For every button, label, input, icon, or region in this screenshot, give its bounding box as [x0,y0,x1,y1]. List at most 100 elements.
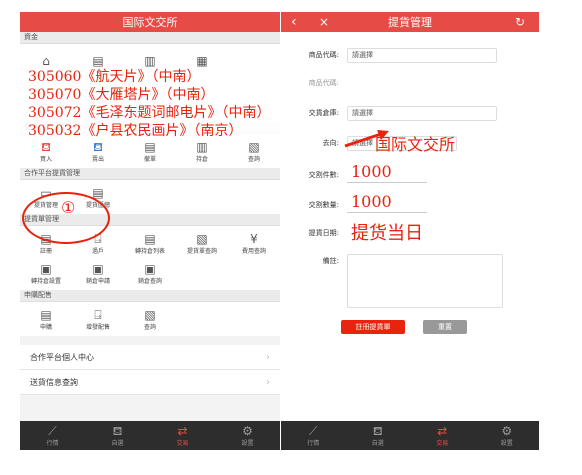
tab-market-label: 行情 [46,439,59,447]
placement-label: 增發配售 [85,323,110,331]
warehouse-label: 交貨倉庫: [308,109,339,117]
to-holdings-list-button[interactable]: ▤ 轉持倉列表 [124,228,176,258]
sell-label: 賣出 [91,155,104,163]
date-label: 提貨日期: [308,229,339,237]
layers-icon: ▣ [144,261,156,276]
remark-textarea[interactable] [347,254,503,308]
quantity-label: 交割數量: [308,201,339,209]
cancel-order-label: 撤單 [143,155,156,163]
delivery-info-label: 送貨信息查詢 [30,377,78,387]
exchange-icon: ⇄ [437,423,448,438]
placement-button[interactable]: ⍈ 增發配售 [72,304,124,334]
delivery-query-button[interactable]: ▧ 提貨單查詢 [176,228,228,258]
product-code-row: 商品代碼: 請選擇 [281,44,539,66]
register-label: 註冊 [39,247,52,255]
layers-icon: ▣ [92,261,104,276]
tab-settings-label: 設置 [241,439,254,447]
right-header: ‹ × 提貨管理 ↻ [281,12,539,32]
section-platform: 合作平台提貨管理 [20,168,280,180]
tab-market[interactable]: ⟋ 行情 [281,421,346,450]
fee-query-label: 費用查詢 [241,247,266,255]
left-header: 国际文交所 [20,12,280,32]
fee-query-button[interactable]: ¥ 費用查詢 [228,228,280,258]
tab-watchlist[interactable]: ⛾ 自選 [346,421,411,450]
section-funds: 資金 [20,32,280,44]
close-icon[interactable]: × [319,15,329,29]
partner-center-link[interactable]: 合作平台個人中心 › [20,345,280,370]
tab-market-label: 行情 [307,439,320,447]
quantity-pieces-label: 交割件數: [308,171,339,179]
trade-query-label: 查詢 [247,155,260,163]
left-phone-screen: 国际文交所 資金 ⌂ ▤ ▥ ▦ 交易 ⛾買入 ⛾賣出 ▤撤單 ▥持倉 ▧查詢 … [20,12,280,450]
tab-settings[interactable]: ⚙ 設置 [215,421,280,450]
quantity-pieces-value[interactable]: 1000 [351,162,392,181]
product-name-row: 商品代碼: [281,72,539,94]
right-title: 提貨管理 [388,16,432,29]
yen-search-icon: ¥ [250,231,258,246]
tab-market[interactable]: ⟋ 行情 [20,421,85,450]
bank-icon: ▥ [144,54,156,68]
cart-icon: ⛾ [112,423,123,438]
overlay-line-4: 305032《户县农民画片》（南京） [28,123,243,139]
buy-label: 買入 [39,155,52,163]
remark-label: 備註: [322,257,339,265]
step-number: ① [61,198,76,217]
arrow-doc-icon: ⍈ [94,307,102,322]
holdings-settings-label: 轉持倉設置 [30,277,61,285]
transfer-icon: ▤ [92,54,104,68]
gear-icon: ⚙ [501,423,513,438]
overlay-line-3: 305072《毛泽东题词邮电片》（中南） [28,105,271,121]
close-warehouse-query-button[interactable]: ▣ 銷倉查詢 [124,258,176,288]
edit-doc-icon: ▤ [40,307,52,322]
subscribe-query-button[interactable]: ▧ 查詢 [124,304,176,334]
subscribe-label: 申購 [39,323,52,331]
reset-button[interactable]: 重置 [423,320,467,334]
chevron-right-icon: › [266,351,270,363]
right-phone-screen: ‹ × 提貨管理 ↻ 商品代碼: 請選擇 商品代碼: 交貨倉庫: 請選擇 去向:… [281,12,539,450]
tab-watchlist-label: 自選 [371,439,384,447]
exchange-icon: ⇄ [177,423,188,438]
delivery-info-link[interactable]: 送貨信息查詢 › [20,370,280,395]
right-tabbar: ⟋ 行情 ⛾ 自選 ⇄ 交易 ⚙ 設置 [281,421,539,450]
layers-icon: ▣ [40,261,52,276]
receipt-search-icon: ▧ [196,231,208,246]
subscribe-grid: ▤ 申購 ⍈ 增發配售 ▧ 查詢 [20,302,280,336]
cart-icon: ⛾ [372,423,383,438]
quantity-underline [347,212,427,213]
gear-icon: ⚙ [242,423,253,438]
tab-trade[interactable]: ⇄ 交易 [150,421,215,450]
close-warehouse-apply-button[interactable]: ▣ 銷倉申請 [72,258,124,288]
chevron-right-icon: › [266,376,270,388]
partner-center-label: 合作平台個人中心 [30,352,94,362]
overlay-line-1: 305060《航天片》（中南） [28,69,201,85]
holdings-label: 持倉 [195,155,208,163]
destination-label: 去向: [322,139,339,147]
list-icon: ▤ [144,231,156,246]
record-icon: ▦ [196,54,208,68]
back-icon[interactable]: ‹ [291,14,297,30]
section-subscribe: 申購配售 [20,290,280,302]
subscribe-query-label: 查詢 [143,323,156,331]
wallet-icon: ⌂ [42,54,50,68]
product-code-label: 商品代碼: [308,51,339,59]
refresh-icon[interactable]: ↻ [515,15,525,29]
subscribe-button[interactable]: ▤ 申購 [20,304,72,334]
tab-settings[interactable]: ⚙ 設置 [475,421,540,450]
destination-annotation: 国际文交所 [375,135,456,154]
chart-icon: ⟋ [309,423,318,438]
tab-trade-label: 交易 [176,439,189,447]
tab-watchlist[interactable]: ⛾ 自選 [85,421,150,450]
close-warehouse-apply-label: 銷倉申請 [85,277,110,285]
product-code-select[interactable]: 請選擇 [347,47,497,63]
quantity-value[interactable]: 1000 [351,192,392,211]
tab-trade[interactable]: ⇄ 交易 [410,421,475,450]
overlay-line-2: 305070《大雁塔片》（中南） [28,87,215,103]
search-doc-icon: ▧ [144,307,156,322]
warehouse-select[interactable]: 請選擇 [347,105,497,121]
register-pickup-button[interactable]: 註冊提貨單 [341,320,405,334]
transfer-label: 過戶 [91,247,104,255]
holdings-settings-button[interactable]: ▣ 轉持倉設置 [20,258,72,288]
date-value[interactable]: 提货当日 [351,219,423,245]
left-title: 国际文交所 [122,16,178,29]
